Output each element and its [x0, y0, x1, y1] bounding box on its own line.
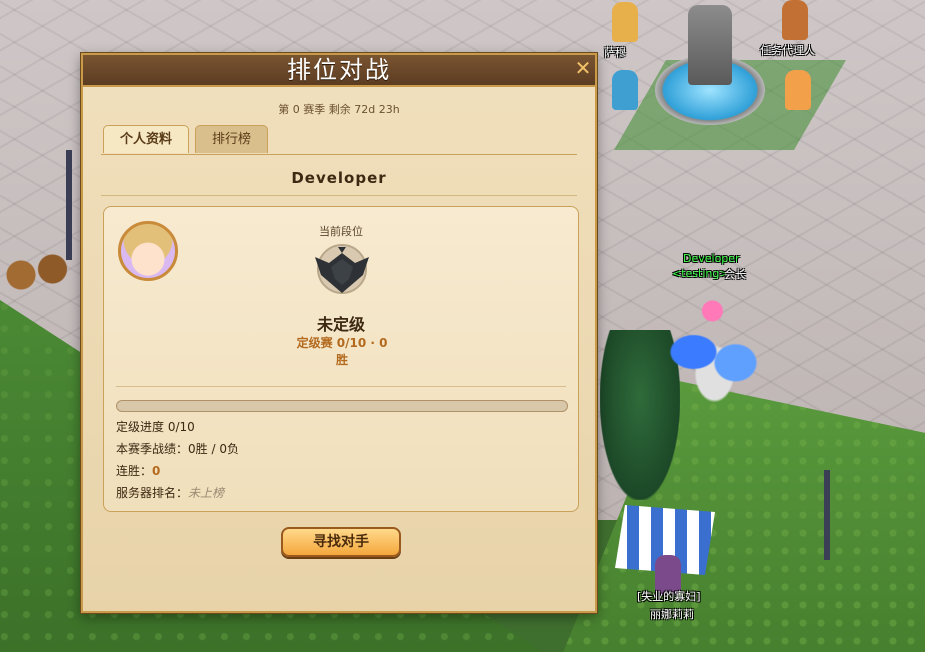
server-rank-value: 未上榜 [188, 486, 225, 500]
player-title-label: 会长 [724, 268, 746, 281]
merchant-name-label: 丽娜莉莉 [650, 608, 694, 621]
placement-status: 定级赛 0/10 · 0 胜 [290, 335, 394, 369]
rank-emblem-icon [315, 244, 369, 294]
player-character[interactable] [662, 298, 767, 406]
win-streak-value: 0 [152, 464, 161, 478]
tab-bar: 个人资料 排行榜 [103, 125, 274, 155]
player-name-label: Developer [683, 252, 740, 265]
npc-rider[interactable] [612, 70, 638, 110]
npc-name-label: 萨穆 [604, 46, 626, 59]
npc-name-label: 任务代理人 [760, 44, 815, 57]
find-opponent-button[interactable]: 寻找对手 [281, 527, 401, 557]
tab-leaderboard[interactable]: 排行榜 [195, 125, 269, 153]
dialog-titlebar[interactable]: 排位对战 ✕ [83, 55, 595, 87]
tab-profile[interactable]: 个人资料 [103, 125, 190, 153]
win-streak: 连胜：0 [116, 462, 160, 479]
merchant-title-label: [失业的寡妇] [637, 590, 701, 603]
placement-text: 定级赛 0/10 · 0 [296, 336, 388, 350]
tab-divider [101, 154, 577, 155]
street-lamp [66, 150, 72, 260]
dialog-title: 排位对战 [287, 56, 391, 84]
player-guild-label: <testing> [672, 267, 729, 280]
close-icon[interactable]: ✕ [573, 57, 593, 79]
npc-samu[interactable] [612, 2, 638, 42]
barrels [0, 245, 70, 305]
rank-name: 未定级 [316, 315, 365, 334]
server-rank-label: 服务器排名： [116, 486, 189, 500]
placement-suffix: 胜 [335, 353, 348, 367]
profile-card: 当前段位 未定级 定级赛 0/10 · 0 胜 定级进度 0/10 本赛季战绩：… [103, 206, 579, 512]
divider [116, 386, 566, 387]
server-rank: 服务器排名：未上榜 [116, 484, 224, 501]
street-lamp [824, 470, 830, 560]
season-record: 本赛季战绩：0胜 / 0负 [116, 440, 239, 457]
npc-quest-agent[interactable] [782, 0, 808, 40]
divider [101, 195, 577, 196]
placement-progress-bar [116, 400, 568, 412]
knight-statue [688, 5, 732, 85]
npc-rider[interactable] [785, 70, 811, 110]
win-streak-label: 连胜： [116, 464, 153, 478]
rank-caption: 当前段位 [319, 225, 363, 238]
season-record-label: 本赛季战绩： [116, 442, 189, 456]
ranked-battle-dialog: 排位对战 ✕ 第 0 赛季 剩余 72d 23h 个人资料 排行榜 Develo… [81, 53, 597, 613]
season-countdown: 第 0 赛季 剩余 72d 23h [278, 103, 400, 116]
player-name: Developer [291, 169, 387, 187]
placement-progress-text: 定级进度 0/10 [116, 420, 195, 434]
season-record-value: 0胜 / 0负 [188, 442, 239, 456]
